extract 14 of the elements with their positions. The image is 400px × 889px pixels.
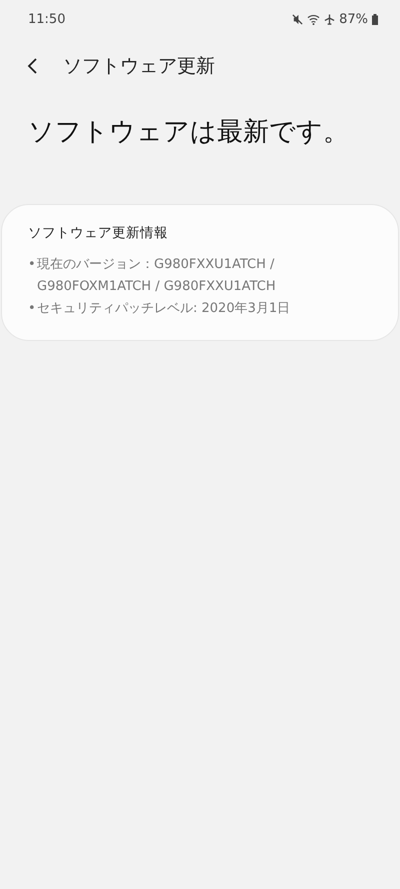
status-headline: ソフトウェアは最新です。	[28, 116, 350, 149]
page-title: ソフトウェア更新	[63, 54, 215, 79]
battery-percent: 87%	[339, 12, 368, 26]
info-text: 現在のバージョン：G980FXXU1ATCH / G980FOXM1ATCH / G980FXXU1ATCH	[37, 256, 277, 296]
status-time: 11:50	[28, 12, 66, 26]
battery-icon	[372, 14, 378, 24]
back-icon[interactable]	[26, 57, 38, 75]
bullet: •	[28, 256, 37, 274]
info-text: セキュリティパッチレベル: 2020年3月1日	[37, 300, 292, 318]
mute-icon	[292, 14, 304, 24]
bullet: •	[28, 300, 37, 318]
airplane-icon	[324, 14, 336, 24]
wifi-icon	[307, 14, 320, 24]
card-title: ソフトウェア更新情報	[28, 224, 169, 242]
